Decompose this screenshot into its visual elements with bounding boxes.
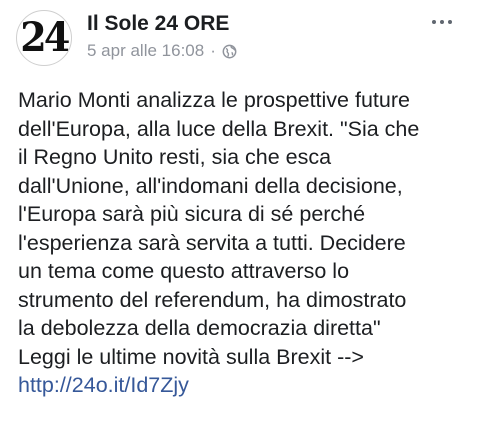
facebook-post: 24 Il Sole 24 ORE 5 apr alle 16:08 · Mar… bbox=[0, 0, 480, 423]
avatar-logo-text: 24 bbox=[20, 14, 70, 61]
post-text-line: l'esperienza sarà servita a tutti. Decid… bbox=[18, 230, 406, 255]
post-meta: 5 apr alle 16:08 · bbox=[87, 41, 237, 61]
globe-icon bbox=[222, 44, 237, 59]
more-options-button[interactable] bbox=[424, 10, 460, 34]
post-message: Mario Monti analizza le prospettive futu… bbox=[18, 86, 474, 400]
more-horizontal-icon bbox=[432, 20, 436, 24]
post-text-line: strumento del referendum, ha dimostrato bbox=[18, 287, 407, 312]
post-text-line: un tema come questo attraverso lo bbox=[18, 259, 350, 283]
post-text-line: dell'Europa, alla luce della Brexit. "Si… bbox=[18, 116, 420, 141]
meta-separator: · bbox=[210, 41, 216, 60]
post-text-line: la debolezza della democrazia diretta" bbox=[18, 316, 381, 340]
post-text-line: dall'Unione, all'indomani della decision… bbox=[18, 173, 403, 198]
page-name[interactable]: Il Sole 24 ORE bbox=[87, 12, 229, 36]
more-dot bbox=[440, 20, 444, 24]
post-text-line: il Regno Unito resti, sia che esca bbox=[18, 145, 332, 169]
post-link[interactable]: http://24o.it/Id7Zjy bbox=[18, 371, 474, 400]
page-avatar[interactable]: 24 bbox=[16, 10, 72, 66]
post-header: 24 Il Sole 24 ORE 5 apr alle 16:08 · bbox=[16, 10, 464, 66]
post-timestamp[interactable]: 5 apr alle 16:08 bbox=[87, 41, 204, 61]
post-text-line: l'Europa sarà più sicura di sé perché bbox=[18, 202, 366, 226]
post-text-line: Mario Monti analizza le prospettive futu… bbox=[18, 88, 410, 112]
post-text-line: Leggi le ultime novità sulla Brexit --> bbox=[18, 344, 364, 369]
more-dot bbox=[448, 20, 452, 24]
